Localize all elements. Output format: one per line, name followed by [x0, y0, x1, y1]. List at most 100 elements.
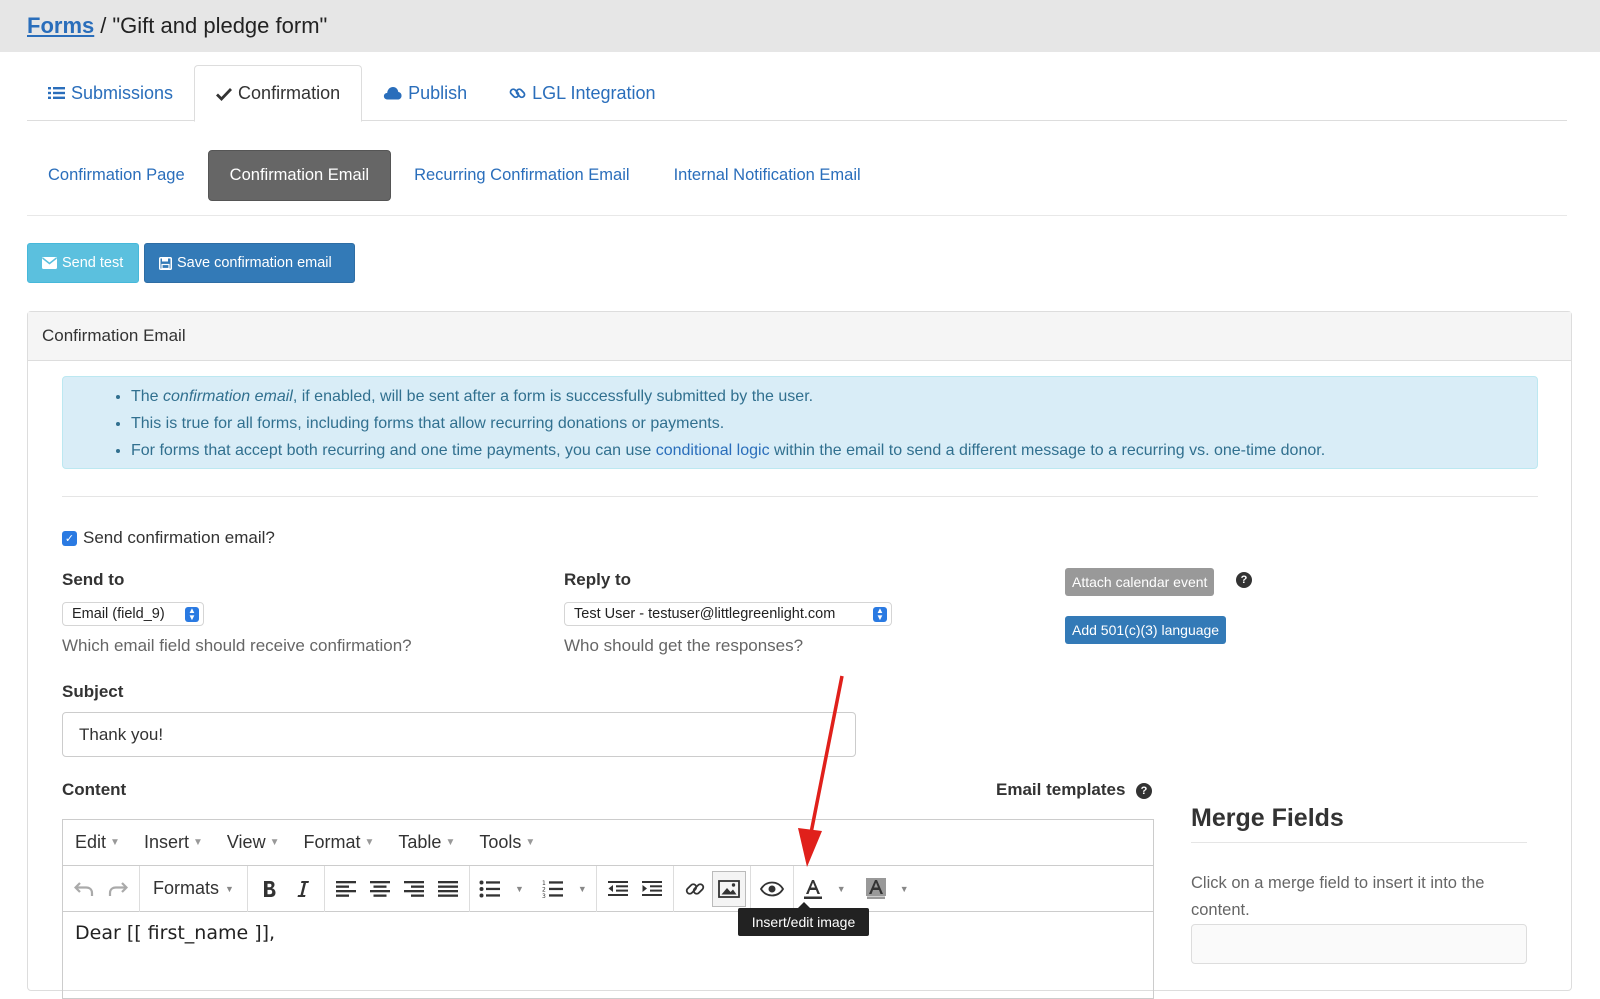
- annotation-arrow-icon: [798, 675, 844, 867]
- send-confirmation-checkbox-row[interactable]: ✓ Send confirmation email?: [62, 528, 275, 548]
- editor-content-area[interactable]: Dear [[ first_name ]],: [63, 912, 1153, 954]
- menu-edit[interactable]: Edit ▼: [71, 832, 124, 853]
- action-buttons: Send test Save confirmation email: [27, 243, 355, 283]
- reply-to-label: Reply to: [564, 570, 632, 589]
- info-alert: The confirmation email, if enabled, will…: [62, 376, 1538, 469]
- align-justify-icon[interactable]: [431, 871, 465, 907]
- menu-table[interactable]: Table ▼: [394, 832, 459, 853]
- caret-down-icon: ▼: [225, 883, 234, 894]
- bold-icon[interactable]: [252, 871, 286, 907]
- caret-down-icon: ▼: [899, 883, 909, 894]
- align-group: [325, 865, 470, 912]
- select-arrows-icon: ▲ ▼: [185, 607, 199, 622]
- tab-lgl-integration[interactable]: LGL Integration: [488, 65, 676, 121]
- formats-dropdown[interactable]: Formats ▼: [144, 871, 243, 907]
- align-left-icon[interactable]: [329, 871, 363, 907]
- subject-label: Subject: [62, 682, 124, 701]
- caret-down-icon: ▼: [836, 883, 846, 894]
- caret-down-icon: ▼: [192, 837, 203, 848]
- formats-label: Formats: [153, 878, 220, 898]
- subtab-confirmation-email[interactable]: Confirmation Email: [207, 150, 392, 201]
- outdent-icon[interactable]: [601, 871, 635, 907]
- formats-group: Formats ▼: [140, 865, 248, 912]
- svg-text:3: 3: [542, 893, 546, 899]
- envelope-icon: [42, 257, 57, 269]
- confirmation-email-panel: Confirmation Email The confirmation emai…: [27, 311, 1572, 999]
- save-confirmation-email-button[interactable]: Save confirmation email: [144, 243, 355, 283]
- info-line-1: The confirmation email, if enabled, will…: [131, 383, 1537, 410]
- caret-down-icon: ▼: [514, 883, 524, 894]
- tab-submissions-label: Submissions: [71, 82, 174, 103]
- add-501c3-language-button[interactable]: Add 501(c)(3) language: [1065, 616, 1227, 644]
- breadcrumb: Forms / "Gift and pledge form": [0, 0, 1600, 52]
- floppy-disk-icon: [159, 256, 172, 270]
- attach-calendar-event-button[interactable]: Attach calendar event: [1065, 568, 1215, 596]
- indent-icon[interactable]: [635, 871, 669, 907]
- merge-fields-title: Merge Fields: [1191, 804, 1344, 832]
- subtab-recurring-confirmation-email[interactable]: Recurring Confirmation Email: [393, 150, 651, 201]
- tab-confirmation[interactable]: Confirmation: [194, 65, 363, 122]
- reply-to-select[interactable]: Test User - testuser@littlegreenlight.co…: [564, 602, 892, 626]
- subtab-internal-notification-email[interactable]: Internal Notification Email: [653, 150, 882, 201]
- reply-to-value: Test User - testuser@littlegreenlight.co…: [574, 606, 836, 622]
- list-icon: [48, 86, 65, 100]
- image-icon[interactable]: [711, 870, 746, 907]
- redo-icon[interactable]: [101, 871, 135, 907]
- undo-icon[interactable]: [67, 871, 101, 907]
- main-tabs: Submissions Confirmation Publish LGL Int…: [27, 65, 1567, 122]
- background-color-icon[interactable]: ▼: [861, 871, 914, 907]
- link-icon: [509, 85, 526, 102]
- save-confirmation-email-label: Save confirmation email: [177, 255, 332, 271]
- caret-down-icon: ▼: [445, 837, 456, 848]
- tab-confirmation-label: Confirmation: [238, 83, 341, 103]
- caret-down-icon: ▼: [110, 837, 120, 848]
- send-to-label: Send to: [62, 570, 125, 589]
- tab-publish[interactable]: Publish: [362, 65, 488, 121]
- help-question-icon[interactable]: ?: [1236, 572, 1252, 588]
- conditional-logic-link[interactable]: conditional logic: [656, 442, 770, 459]
- style-group: [248, 865, 325, 912]
- tab-submissions[interactable]: Submissions: [27, 65, 194, 121]
- confirmation-subtabs: Confirmation Page Confirmation Email Rec…: [27, 150, 1567, 216]
- menu-format[interactable]: Format ▼: [299, 832, 378, 853]
- insert-group: [674, 865, 751, 912]
- numbered-list-icon[interactable]: 123 ▼: [537, 871, 592, 907]
- align-right-icon[interactable]: [397, 871, 431, 907]
- send-to-select[interactable]: Email (field_9) ▲ ▼: [62, 602, 204, 626]
- email-templates-label[interactable]: Email templates: [996, 780, 1125, 800]
- eye-icon[interactable]: [755, 871, 789, 907]
- send-confirmation-label: Send confirmation email?: [83, 528, 275, 547]
- content-editor: Edit ▼ Insert ▼ View ▼ Format ▼ Table ▼ Tools…: [62, 819, 1154, 999]
- merge-fields-divider: [1191, 842, 1527, 843]
- subject-input[interactable]: Thank you!: [62, 712, 856, 757]
- send-test-button[interactable]: Send test: [27, 243, 139, 283]
- italic-icon[interactable]: [286, 871, 320, 907]
- reply-to-help: Who should get the responses?: [564, 636, 804, 655]
- link-icon[interactable]: [678, 871, 712, 907]
- cloud-icon: [383, 86, 402, 100]
- menu-view[interactable]: View ▼: [223, 832, 284, 853]
- select-arrows-icon: ▲ ▼: [873, 607, 887, 622]
- info-line-2: This is true for all forms, including fo…: [131, 410, 1537, 437]
- caret-down-icon: ▼: [577, 883, 587, 894]
- panel-title: Confirmation Email: [28, 312, 1571, 361]
- history-group: [63, 865, 140, 912]
- tab-lgl-integration-label: LGL Integration: [532, 82, 656, 103]
- bullet-list-icon[interactable]: ▼: [474, 871, 529, 907]
- editor-menubar: Edit ▼ Insert ▼ View ▼ Format ▼ Table ▼ Tools…: [63, 820, 1153, 866]
- subtab-confirmation-page[interactable]: Confirmation Page: [27, 150, 206, 201]
- merge-fields-help: Click on a merge field to insert it into…: [1191, 874, 1485, 919]
- list-group: ▼ 123 ▼: [470, 865, 597, 912]
- breadcrumb-forms-link[interactable]: Forms: [27, 13, 94, 39]
- indent-group: [597, 865, 674, 912]
- email-templates-help-icon[interactable]: ?: [1136, 783, 1152, 799]
- merge-fields-list[interactable]: [1191, 924, 1527, 964]
- send-confirmation-checkbox[interactable]: ✓: [62, 530, 77, 546]
- content-label: Content: [62, 780, 127, 799]
- send-to-value: Email (field_9): [72, 606, 165, 622]
- breadcrumb-current: "Gift and pledge form": [112, 13, 328, 38]
- menu-tools[interactable]: Tools ▼: [475, 832, 539, 853]
- align-center-icon[interactable]: [363, 871, 397, 907]
- menu-insert[interactable]: Insert ▼: [140, 832, 207, 853]
- caret-down-icon: ▼: [364, 837, 375, 848]
